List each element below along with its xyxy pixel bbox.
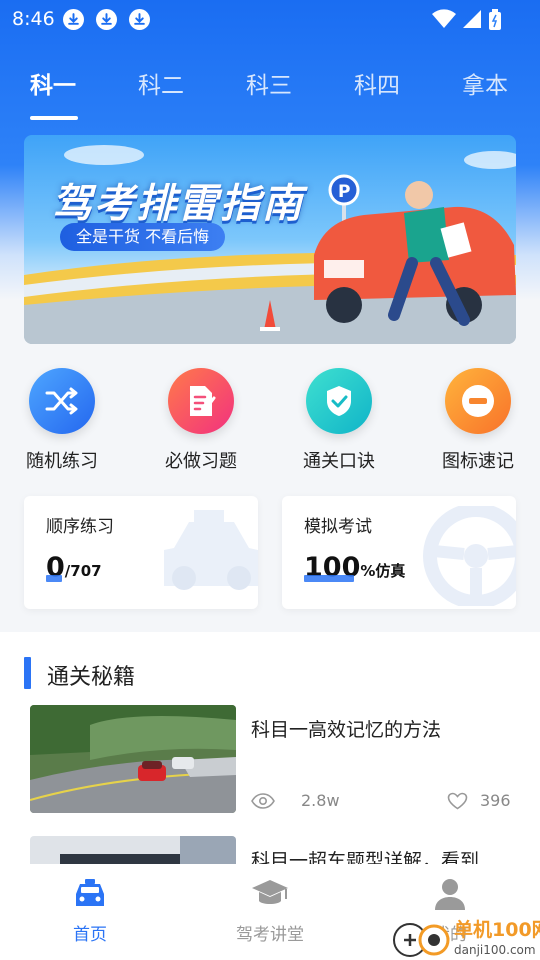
shortcut-random-practice[interactable]: 随机练习 (2, 368, 122, 473)
shortcut-sign-memorize[interactable]: 图标速记 (418, 368, 538, 473)
download-icon (96, 9, 117, 30)
graduation-cap-icon (252, 880, 288, 904)
subject-tabs: 科一 科二 科三 科四 拿本 (0, 66, 540, 106)
car-icon (76, 879, 104, 906)
nav-label: 首页 (73, 925, 107, 945)
user-icon (435, 879, 465, 910)
view-count: 2.8w (251, 791, 340, 810)
shortcut-pass-tips[interactable]: 通关口诀 (279, 368, 399, 473)
banner-title: 驾考排雷指南 (52, 181, 304, 227)
download-icon (129, 9, 150, 30)
system-icons (432, 9, 502, 31)
article-title: 科目一高效记忆的方法 (251, 719, 442, 741)
mock-progress-bar (304, 575, 354, 582)
active-tab-indicator (30, 116, 78, 120)
shortcut-row: 随机练习 必做习题 通关口诀 图标速记 (0, 368, 540, 478)
svg-text:单机100网: 单机100网 (454, 918, 540, 941)
likes-value: 396 (480, 791, 511, 810)
shield-check-icon (306, 368, 372, 434)
battery-icon (489, 9, 501, 30)
promo-banner[interactable]: P 驾考排雷指南 全是干货 不看后悔 (24, 135, 516, 344)
tab-subject-2[interactable]: 科二 (138, 66, 184, 100)
section-accent-bar (24, 657, 31, 689)
card-title: 顺序练习 (46, 517, 114, 537)
shortcut-label: 必做习题 (165, 451, 237, 472)
total-count: /707 (64, 562, 102, 580)
shortcut-label: 随机练习 (26, 451, 98, 472)
download-icon (63, 9, 84, 30)
status-bar: 8:46 (0, 0, 540, 38)
tab-subject-3[interactable]: 科三 (246, 66, 292, 100)
shortcut-label: 通关口诀 (303, 451, 375, 472)
eye-icon (251, 792, 275, 809)
shuffle-icon (29, 368, 95, 434)
tab-subject-1[interactable]: 科一 (30, 66, 76, 100)
banner-subtitle: 全是干货 不看后悔 (60, 223, 226, 251)
article-item[interactable]: 科目一超车题型详解，看到 (30, 836, 516, 864)
shortcut-label: 图标速记 (442, 451, 514, 472)
section-title: 通关秘籍 (47, 665, 136, 690)
nav-home[interactable]: 首页 (30, 878, 150, 945)
mock-exam-card[interactable]: 模拟考试 100%仿真 (282, 496, 516, 609)
mock-suffix: %仿真 (360, 562, 406, 580)
article-thumbnail (30, 705, 236, 813)
sequential-progress-bar (46, 575, 62, 582)
article-title: 科目一超车题型详解，看到 (251, 850, 480, 864)
wifi-icon (432, 9, 456, 28)
article-item[interactable]: 科目一高效记忆的方法 2.8w 396 (30, 705, 516, 815)
watermark: 单机100网 danji100.com (390, 914, 540, 960)
heart-icon (447, 792, 468, 809)
tips-section: 通关秘籍 科目一高效记忆的方法 2.8w 396 科目一超车题型详解，看到 (0, 632, 540, 864)
svg-text:danji100.com: danji100.com (454, 943, 536, 957)
svg-text:P: P (338, 182, 350, 202)
article-thumbnail (30, 836, 236, 864)
nav-label: 驾考讲堂 (236, 925, 304, 945)
tab-subject-4[interactable]: 科四 (354, 66, 400, 100)
car-silhouette-icon (164, 510, 258, 590)
like-count[interactable]: 396 (447, 791, 511, 810)
signal-icon (463, 10, 481, 28)
card-title: 模拟考试 (304, 517, 372, 537)
document-edit-icon (168, 368, 234, 434)
status-time: 8:46 (12, 8, 55, 30)
nav-driving-lectures[interactable]: 驾考讲堂 (210, 878, 330, 945)
views-value: 2.8w (301, 791, 340, 810)
tab-get-license[interactable]: 拿本 (462, 66, 508, 100)
steering-wheel-icon (423, 506, 516, 606)
sequential-practice-card[interactable]: 顺序练习 0/707 (24, 496, 258, 609)
shortcut-required-questions[interactable]: 必做习题 (141, 368, 261, 473)
minus-circle-icon (445, 368, 511, 434)
